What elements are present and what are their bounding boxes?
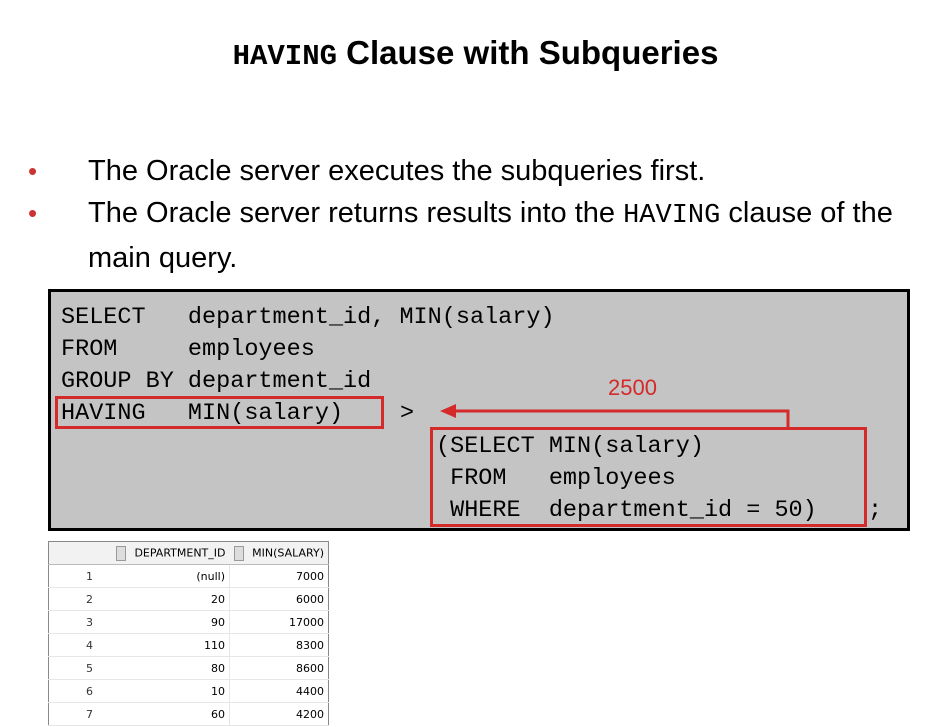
table-row[interactable]: 2 20 6000 [48, 587, 329, 611]
result-header-row: DEPARTMENT_ID MIN(SALARY) [48, 541, 329, 565]
result-grid: DEPARTMENT_ID MIN(SALARY) 1 (null) 7000 22… [48, 541, 329, 726]
table-row[interactable]: 6 10 4400 [48, 679, 329, 703]
table-row[interactable]: 7 60 4200 [48, 702, 329, 726]
table-row[interactable]: 1 (null) 7000 [48, 564, 329, 588]
sort-icon [116, 545, 127, 561]
column-header-department-id[interactable]: DEPARTMENT_ID [99, 541, 230, 565]
column-header-min-salary[interactable]: MIN(SALARY) [229, 541, 329, 565]
table-row[interactable]: 4 110 8300 [48, 633, 329, 657]
rownum-header [48, 541, 99, 565]
arrow-head [440, 404, 456, 418]
arrow-line [452, 409, 790, 427]
table-row[interactable]: 5 80 8600 [48, 656, 329, 680]
annotation-value: 2500 [608, 375, 657, 400]
table-row[interactable]: 3 90 17000 [48, 610, 329, 634]
sort-icon [234, 545, 245, 561]
